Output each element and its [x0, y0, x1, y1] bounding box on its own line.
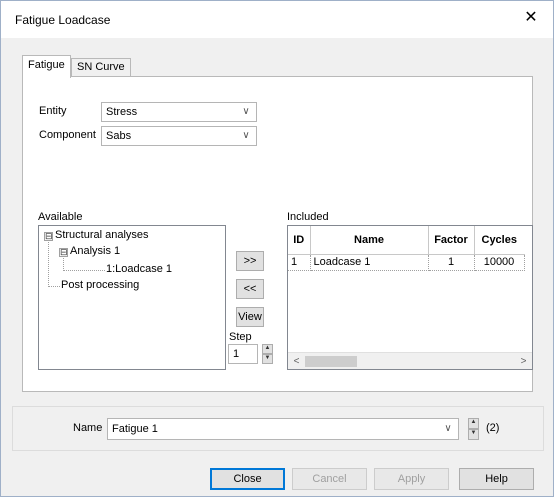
step-value: 1: [233, 348, 240, 360]
table-row[interactable]: 1 Loadcase 1 1 10000: [288, 254, 525, 271]
included-label: Included: [287, 211, 329, 223]
scroll-left-icon[interactable]: <: [288, 353, 305, 369]
collapse-icon[interactable]: ⊟: [44, 232, 53, 241]
close-button[interactable]: Close: [210, 468, 285, 490]
name-value: Fatigue 1: [112, 423, 158, 435]
tree-item-structural-analyses[interactable]: Structural analyses: [55, 229, 149, 241]
name-select[interactable]: Fatigue 1 ∨: [107, 418, 459, 440]
chevron-down-icon: ∨: [242, 106, 250, 117]
cell-factor[interactable]: 1: [428, 254, 475, 271]
title-bar: Fatigue Loadcase ✕: [1, 1, 553, 38]
entity-select[interactable]: Stress ∨: [101, 102, 257, 122]
scrollbar-thumb[interactable]: [305, 356, 357, 367]
column-header-name[interactable]: Name: [310, 226, 429, 255]
window-title: Fatigue Loadcase: [15, 13, 111, 27]
name-down-icon[interactable]: ▼: [468, 429, 479, 440]
column-header-id[interactable]: ID: [288, 226, 311, 255]
add-button[interactable]: >>: [236, 251, 264, 271]
tree-item-post-processing[interactable]: Post processing: [61, 279, 139, 291]
step-label: Step: [229, 331, 252, 343]
step-down-icon[interactable]: ▼: [262, 354, 273, 364]
fatigue-loadcase-dialog: Fatigue Loadcase ✕ Fatigue SN Curve Enti…: [0, 0, 554, 497]
help-button[interactable]: Help: [459, 468, 534, 490]
cell-cycles[interactable]: 10000: [474, 254, 525, 271]
tab-sn-curve[interactable]: SN Curve: [71, 58, 131, 76]
tree-connector: [48, 242, 49, 287]
available-label: Available: [38, 211, 83, 223]
column-header-cycles[interactable]: Cycles: [474, 226, 524, 255]
name-count: (2): [486, 422, 500, 434]
cell-name[interactable]: Loadcase 1: [310, 254, 429, 271]
tab-fatigue[interactable]: Fatigue: [22, 55, 71, 78]
chevron-down-icon: ∨: [242, 130, 250, 141]
component-value: Sabs: [106, 130, 132, 142]
name-group: Name Fatigue 1 ∨ ▲ ▼ (2): [12, 406, 544, 451]
step-input[interactable]: 1: [228, 344, 258, 364]
step-up-icon[interactable]: ▲: [262, 344, 273, 354]
fatigue-tab-panel: Entity Stress ∨ Component Sabs ∨ Availab…: [22, 76, 533, 392]
included-grid[interactable]: ID Name Factor Cycles 1 Loadcase 1 1 100…: [287, 225, 533, 370]
name-label: Name: [73, 422, 103, 434]
tree-item-loadcase[interactable]: 1:Loadcase 1: [106, 263, 172, 275]
horizontal-scrollbar[interactable]: < >: [288, 352, 532, 369]
scroll-right-icon[interactable]: >: [515, 353, 532, 369]
cell-id[interactable]: 1: [288, 254, 311, 271]
tab-sn-curve-label: SN Curve: [77, 61, 125, 73]
tree-connector: [48, 286, 60, 287]
tab-fatigue-label: Fatigue: [28, 59, 65, 71]
entity-label: Entity: [39, 105, 67, 117]
remove-button[interactable]: <<: [236, 279, 264, 299]
tree-connector: [63, 270, 105, 271]
collapse-icon[interactable]: ⊟: [59, 248, 68, 257]
available-tree[interactable]: ⊟ Structural analyses ⊟ Analysis 1 1:Loa…: [38, 225, 226, 370]
name-up-icon[interactable]: ▲: [468, 418, 479, 429]
apply-button[interactable]: Apply: [374, 468, 449, 490]
tree-item-analysis[interactable]: Analysis 1: [70, 245, 120, 257]
column-header-factor[interactable]: Factor: [428, 226, 475, 255]
chevron-down-icon: ∨: [444, 423, 452, 434]
view-button[interactable]: View: [236, 307, 264, 327]
included-table: ID Name Factor Cycles 1 Loadcase 1 1 100…: [288, 226, 525, 271]
close-icon[interactable]: ✕: [523, 9, 539, 27]
component-select[interactable]: Sabs ∨: [101, 126, 257, 146]
component-label: Component: [39, 129, 96, 141]
entity-value: Stress: [106, 106, 138, 118]
cancel-button[interactable]: Cancel: [292, 468, 367, 490]
